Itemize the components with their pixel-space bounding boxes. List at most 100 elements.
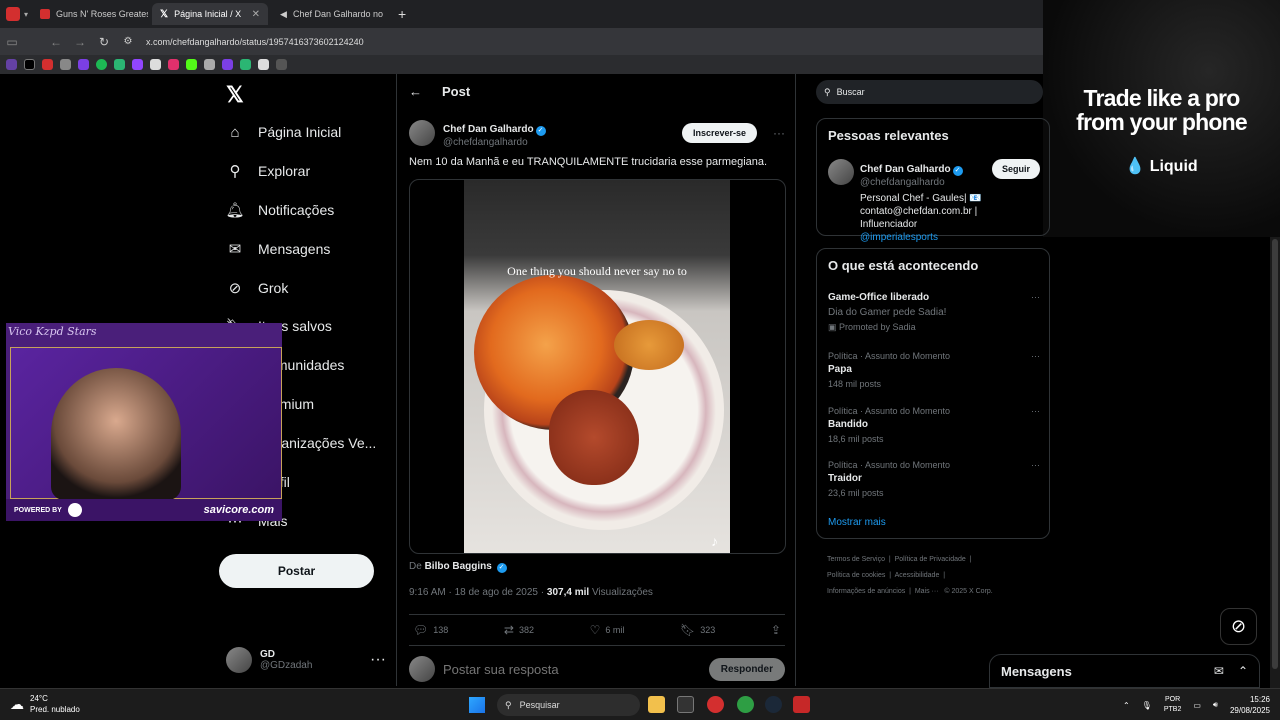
- chevron-down-icon[interactable]: ▾: [24, 10, 28, 19]
- reply-input[interactable]: [443, 661, 701, 677]
- microphone-icon[interactable]: 🎙︎: [1142, 701, 1152, 710]
- sidebar-toggle-icon[interactable]: ▭: [0, 35, 24, 49]
- trend-item[interactable]: Game-Office liberado Dia do Gamer pede S…: [828, 292, 1040, 333]
- chevron-up-icon[interactable]: ⌃: [1123, 701, 1130, 710]
- subscribe-button[interactable]: Inscrever-se: [681, 123, 757, 143]
- bookmark-tool-icon[interactable]: [60, 59, 71, 70]
- steam-icon[interactable]: [765, 696, 782, 713]
- author-avatar[interactable]: [409, 120, 435, 146]
- share-action[interactable]: ⇪: [771, 623, 781, 637]
- nav-item-home[interactable]: ⌂ Página Inicial: [226, 114, 341, 150]
- nav-item-explore[interactable]: ⚲ Explorar: [226, 153, 311, 189]
- more-icon[interactable]: ···: [370, 651, 386, 669]
- post-time[interactable]: 9:16 AM · 18 de ago de 2025 ·: [409, 587, 544, 598]
- view-count: 307,4 mil: [546, 587, 590, 598]
- bookmark-youtube-icon[interactable]: [42, 59, 53, 70]
- bookmark-kick-icon[interactable]: [186, 59, 197, 70]
- show-more-link[interactable]: Mostrar mais: [828, 517, 886, 528]
- more-icon[interactable]: ···: [1031, 460, 1040, 470]
- more-icon[interactable]: ···: [773, 126, 785, 140]
- author-name[interactable]: Chef Dan Galhardo: [443, 124, 534, 135]
- reload-icon[interactable]: ↻: [92, 35, 116, 49]
- bio-link[interactable]: @imperialesports: [860, 232, 938, 243]
- nav-item-grok[interactable]: ⊘ Grok: [226, 270, 289, 306]
- follow-button[interactable]: Seguir: [991, 159, 1040, 179]
- xbox-icon[interactable]: [737, 696, 754, 713]
- bookmark-green-icon[interactable]: [114, 59, 125, 70]
- taskbar-search[interactable]: ⚲ Pesquisar: [497, 694, 640, 716]
- bookmark-x-icon[interactable]: [24, 59, 35, 70]
- relevant-person[interactable]: Chef Dan Galhardo ✓ @chefdangalhardo Pers…: [828, 159, 1040, 244]
- search-input[interactable]: Buscar: [837, 87, 865, 97]
- back-icon[interactable]: ←: [44, 35, 68, 49]
- more-icon[interactable]: ···: [1031, 406, 1040, 416]
- footer-link[interactable]: Política de Privacidade: [895, 556, 966, 563]
- person-name[interactable]: Chef Dan Galhardo: [860, 164, 951, 175]
- url-field[interactable]: x.com/chefdangalhardo/status/19574163736…: [146, 37, 364, 47]
- bookmark-instagram-icon[interactable]: [168, 59, 179, 70]
- scrollbar-thumb[interactable]: [1272, 239, 1278, 669]
- reply-action[interactable]: 💬︎ 138: [413, 623, 448, 637]
- footer-link[interactable]: Mais ···: [915, 588, 939, 595]
- bookmark-v-icon[interactable]: [258, 59, 269, 70]
- windows-start-icon[interactable]: [469, 697, 485, 713]
- more-icon[interactable]: ···: [1031, 351, 1040, 361]
- back-arrow-icon[interactable]: ←: [409, 84, 422, 99]
- new-tab-icon[interactable]: +: [398, 6, 406, 22]
- reply-button[interactable]: Responder: [708, 657, 785, 681]
- grok-fab-button[interactable]: ⊘: [1220, 608, 1257, 645]
- footer-link[interactable]: Acessibilidade: [895, 572, 940, 579]
- language-indicator[interactable]: POR PTB2: [1164, 695, 1182, 715]
- site-settings-icon[interactable]: ⚙: [116, 36, 140, 47]
- account-switcher[interactable]: GD @GDzadah ···: [226, 642, 386, 678]
- like-action[interactable]: ♡ 6 mil: [590, 623, 625, 637]
- bookmark-c-icon[interactable]: [240, 59, 251, 70]
- source-name[interactable]: Bilbo Baggins: [425, 561, 492, 572]
- trend-item[interactable]: Política · Assunto do Momento Traidor 23…: [828, 460, 1040, 498]
- footer-link[interactable]: Informações de anúncios: [827, 588, 905, 595]
- browser-menu-icon[interactable]: [6, 7, 20, 21]
- scrollbar[interactable]: [1270, 237, 1280, 688]
- new-message-icon[interactable]: ✉: [1214, 664, 1224, 678]
- bookmark-doc-icon[interactable]: [150, 59, 161, 70]
- terminal-icon[interactable]: [677, 696, 694, 713]
- tab-chef-dan[interactable]: ◀ Chef Dan Galhardo no ✕: [272, 3, 388, 25]
- footer-link[interactable]: Política de cookies: [827, 572, 885, 579]
- bookmark-spotify-icon[interactable]: [96, 59, 107, 70]
- bookmark-purple-icon[interactable]: [78, 59, 89, 70]
- messages-drawer[interactable]: Mensagens ✉ ⌃: [989, 654, 1260, 688]
- footer-link[interactable]: Termos de Serviço: [827, 556, 885, 563]
- post-button[interactable]: Postar: [219, 554, 374, 588]
- bookmark-star-icon[interactable]: [204, 59, 215, 70]
- clock[interactable]: 15:26 29/08/2025: [1230, 694, 1270, 716]
- app-icon[interactable]: [793, 696, 810, 713]
- bookmark-s-icon[interactable]: [222, 59, 233, 70]
- tab-label: Guns N' Roses Greates: [56, 9, 149, 19]
- forward-icon[interactable]: →: [68, 35, 92, 49]
- author-handle[interactable]: @chefdangalhardo: [443, 137, 546, 148]
- close-icon[interactable]: ✕: [252, 9, 260, 20]
- tab-x-home[interactable]: 𝕏 Página Inicial / X ✕: [152, 3, 269, 25]
- trend-item[interactable]: Política · Assunto do Momento Bandido 18…: [828, 406, 1040, 444]
- bookmark-twitch-2-icon[interactable]: [132, 59, 143, 70]
- trend-item[interactable]: Política · Assunto do Momento Papa 148 m…: [828, 351, 1040, 389]
- repost-action[interactable]: ⇄ 382: [504, 623, 534, 637]
- x-logo-icon[interactable]: 𝕏: [226, 82, 244, 108]
- more-icon[interactable]: ···: [1031, 292, 1040, 302]
- bookmark-action[interactable]: 🔖︎ 323: [680, 623, 715, 637]
- nav-item-notifications[interactable]: 🔔︎ Notificações: [225, 192, 334, 228]
- search-box[interactable]: ⚲ Buscar: [816, 80, 1043, 104]
- volume-icon[interactable]: 🔊︎: [1213, 700, 1218, 710]
- file-explorer-icon[interactable]: [648, 696, 665, 713]
- vivaldi-icon[interactable]: [707, 696, 724, 713]
- weather-widget[interactable]: ☁ 24°C Pred. nublado: [10, 693, 80, 715]
- post-video[interactable]: One thing you should never say no to ♪: [409, 179, 786, 554]
- trend-title: Game-Office liberado: [828, 292, 930, 303]
- bookmark-twitch-icon[interactable]: [6, 59, 17, 70]
- expand-icon[interactable]: ⌃: [1238, 664, 1248, 678]
- network-icon[interactable]: ▭: [1193, 701, 1201, 710]
- advertisement[interactable]: Trade like a pro from your phone 💧 Liqui…: [1043, 0, 1280, 237]
- bookmark-more-icon[interactable]: [276, 59, 287, 70]
- nav-item-messages[interactable]: ✉ Mensagens: [226, 231, 331, 267]
- tab-guns-n-roses[interactable]: Guns N' Roses Greates ✕: [32, 3, 148, 25]
